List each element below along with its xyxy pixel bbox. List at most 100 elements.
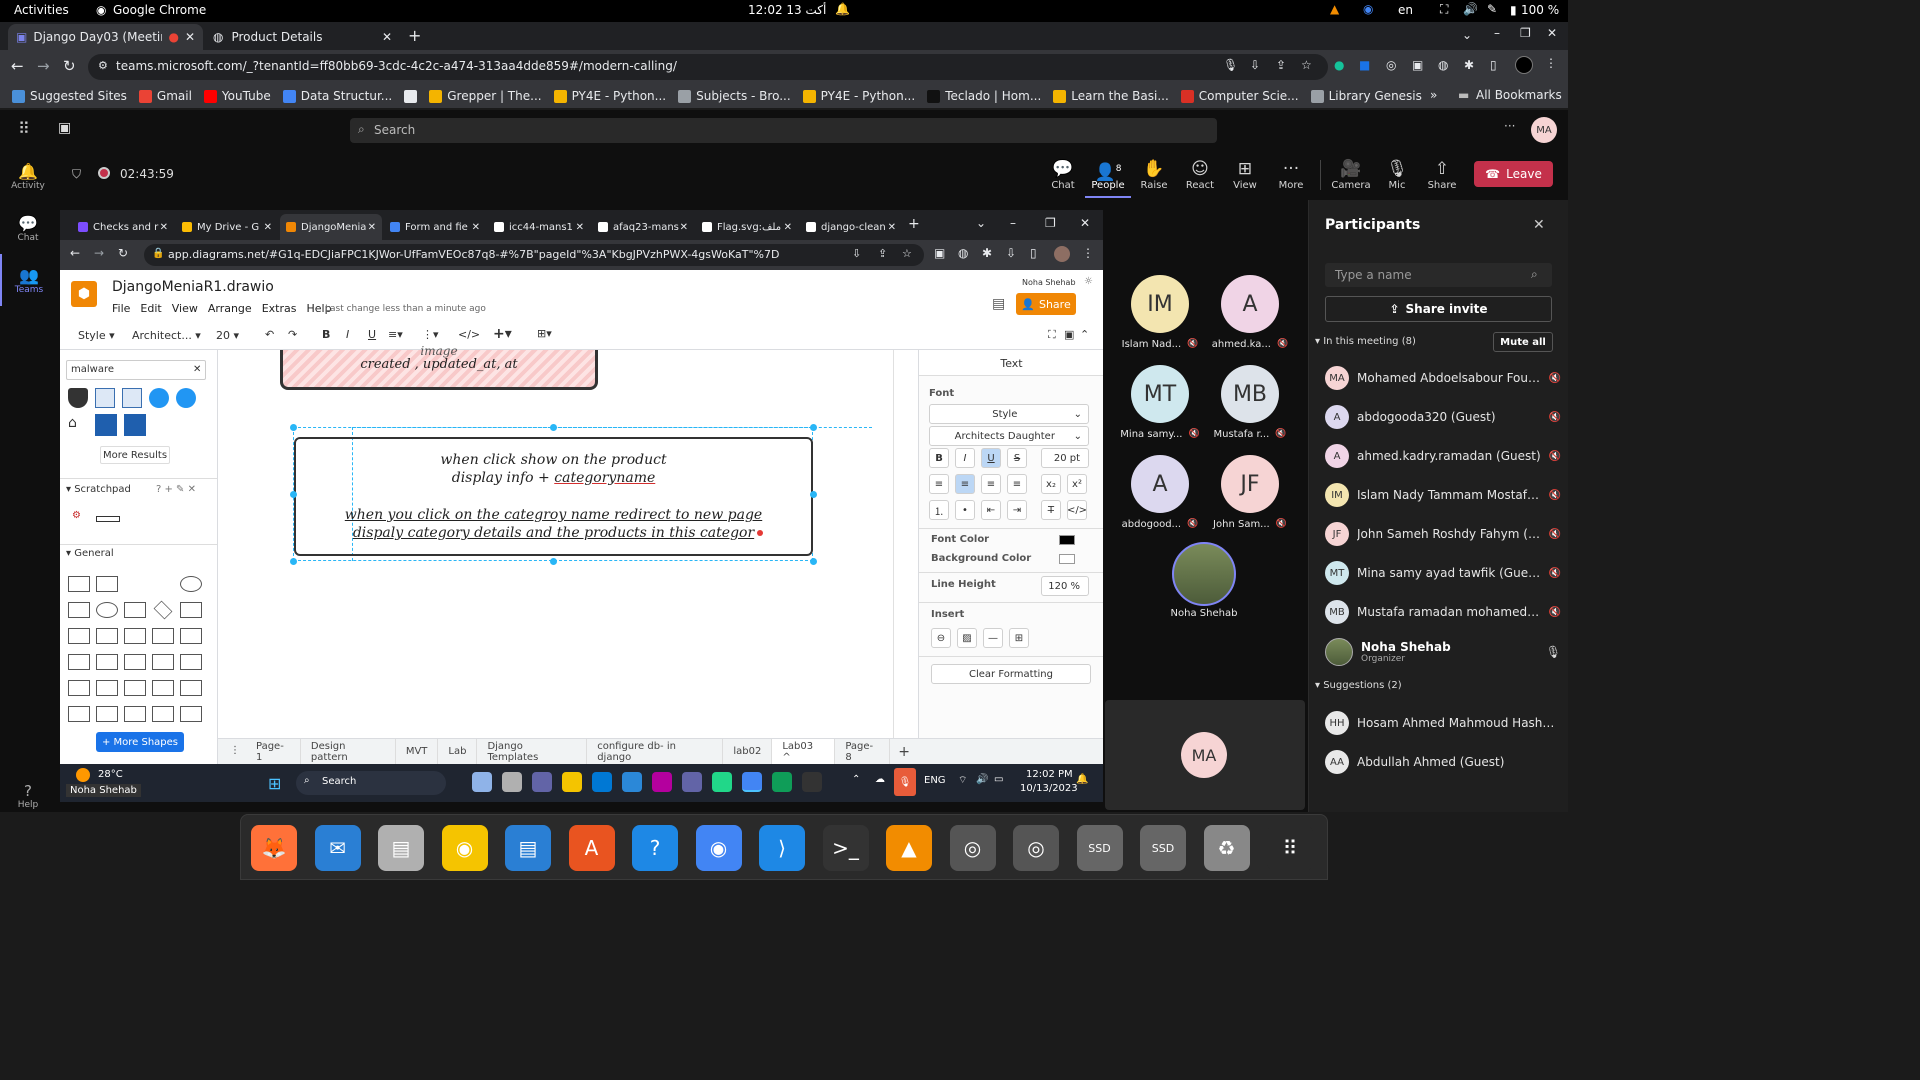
resize-handle[interactable] bbox=[810, 558, 817, 565]
tri-shape[interactable] bbox=[96, 628, 118, 644]
chevron-more-icon[interactable]: » bbox=[1430, 88, 1437, 102]
activities-button[interactable]: Activities bbox=[14, 3, 69, 17]
mic-active-icon[interactable]: 🎙 bbox=[894, 768, 916, 796]
active-app-label[interactable]: Google Chrome bbox=[113, 3, 206, 17]
wifi-icon[interactable]: ⌔ bbox=[958, 774, 967, 787]
share-icon[interactable]: ⇪ bbox=[878, 247, 887, 260]
insert-icon[interactable]: +▾ bbox=[493, 326, 512, 342]
underline-button[interactable]: U bbox=[981, 448, 1001, 468]
shared-tab[interactable]: Form and fie ✕ bbox=[384, 214, 486, 240]
pages-menu-icon[interactable]: ⋮ bbox=[230, 745, 240, 756]
taskbar-app-icon[interactable] bbox=[742, 772, 762, 792]
raise-button[interactable]: ✋ Raise bbox=[1131, 158, 1177, 191]
participant-row[interactable]: IM Islam Nady Tammam Mostafa (... 🔇 bbox=[1325, 477, 1561, 513]
bookmark-item[interactable]: Data Structur... bbox=[282, 89, 392, 103]
device-shape-icon[interactable]: ⌂ bbox=[68, 415, 88, 435]
menu-item[interactable]: Extras bbox=[262, 302, 297, 315]
grammarly-icon[interactable]: ● bbox=[1334, 58, 1344, 72]
cloud-shape-icon[interactable] bbox=[176, 388, 196, 408]
align-icon[interactable]: ≡▾ bbox=[388, 328, 403, 341]
tray-chevron-icon[interactable]: ⌃ bbox=[852, 774, 860, 785]
url-text[interactable]: teams.microsoft.com/_?tenantId=ff80bb69-… bbox=[116, 59, 677, 73]
bookmark-item[interactable]: Learn the Basi... bbox=[1053, 89, 1169, 103]
new-tab-button[interactable]: + bbox=[908, 216, 920, 232]
scratchpad-actions[interactable]: ? + ✎ ✕ bbox=[156, 484, 196, 495]
rect-shape[interactable] bbox=[124, 706, 146, 722]
chevron-down-icon[interactable]: ⌄ bbox=[976, 216, 986, 230]
rect-shape[interactable] bbox=[180, 654, 202, 670]
page-tab[interactable]: configure db- in django bbox=[587, 739, 724, 764]
shared-tab[interactable]: django-clean ✕ bbox=[800, 214, 902, 240]
indent-button[interactable]: ⇥ bbox=[1007, 500, 1027, 520]
participant-row[interactable]: MB Mustafa ramadan mohamed ba... 🔇 bbox=[1325, 594, 1561, 630]
battery-icon[interactable]: ▮ bbox=[1510, 3, 1517, 17]
participant-tile[interactable]: Aahmed.ka... 🔇 bbox=[1205, 275, 1295, 360]
scratch-shape-2[interactable] bbox=[96, 516, 120, 522]
font-family-select[interactable]: Architects Daughter ⌄ bbox=[929, 426, 1089, 446]
hex-shape[interactable] bbox=[68, 628, 90, 644]
share-icon[interactable]: ⇪ bbox=[1276, 58, 1286, 72]
weather-temp[interactable]: 28°C bbox=[98, 769, 123, 780]
text-shape[interactable] bbox=[124, 576, 146, 592]
rect-shape[interactable] bbox=[68, 576, 90, 592]
resize-handle[interactable] bbox=[550, 558, 557, 565]
style-dropdown[interactable]: Style ▾ bbox=[78, 329, 115, 342]
strike-button[interactable]: S bbox=[1007, 448, 1027, 468]
shield-shape-icon[interactable] bbox=[68, 388, 88, 408]
italic-icon[interactable]: I bbox=[346, 328, 349, 341]
font-size-input[interactable]: 20 pt bbox=[1041, 448, 1089, 468]
leave-button[interactable]: ☎ Leave bbox=[1474, 161, 1553, 187]
volume-icon[interactable]: 🔊 bbox=[1463, 2, 1478, 16]
rail-help[interactable]: ? Help bbox=[0, 770, 56, 822]
writer-icon[interactable]: ▤ bbox=[505, 825, 551, 871]
blue-square-shape-icon-2[interactable] bbox=[124, 414, 146, 436]
chrome-tab-product[interactable]: ◍ Product Details ✕ bbox=[205, 24, 400, 50]
lang-indicator[interactable]: ENG bbox=[924, 775, 946, 786]
taskbar-app-icon[interactable] bbox=[472, 772, 492, 792]
install-icon[interactable]: ⇩ bbox=[1250, 58, 1260, 72]
align-center-button[interactable]: ≡ bbox=[955, 474, 975, 494]
mic-button[interactable]: 🎙 Mic bbox=[1374, 158, 1420, 191]
callout-shape[interactable] bbox=[124, 680, 146, 696]
canvas-scrollbar[interactable] bbox=[893, 350, 894, 738]
resize-handle[interactable] bbox=[290, 424, 297, 431]
chrome-tab-teams[interactable]: ▣ Django Day03 (Meetin ● ✕ bbox=[8, 24, 203, 50]
view-button[interactable]: ⊞ View bbox=[1222, 158, 1268, 191]
taskbar-app-icon[interactable] bbox=[772, 772, 792, 792]
battery-icon[interactable]: ▭ bbox=[994, 774, 1003, 785]
resize-handle[interactable] bbox=[810, 424, 817, 431]
laptop-shape-icon[interactable] bbox=[122, 388, 142, 408]
more-results-button[interactable]: More Results bbox=[100, 446, 170, 464]
rect-shape[interactable] bbox=[124, 602, 146, 618]
close-icon[interactable]: ✕ bbox=[160, 222, 168, 233]
style-select[interactable]: Style ⌄ bbox=[929, 404, 1089, 424]
close-icon[interactable]: ✕ bbox=[888, 222, 896, 233]
diamond-shape[interactable] bbox=[153, 600, 173, 620]
menu-item[interactable]: Edit bbox=[140, 302, 161, 315]
bookmark-item[interactable] bbox=[404, 89, 418, 103]
suggestion-row[interactable]: HH Hosam Ahmed Mahmoud Hashem (... bbox=[1325, 705, 1561, 741]
undo-icon[interactable]: ↶ bbox=[265, 328, 274, 341]
selected-text-box[interactable]: when click show on the product display i… bbox=[294, 437, 813, 556]
rhythmbox-icon[interactable]: ◉ bbox=[441, 825, 488, 871]
resize-handle[interactable] bbox=[290, 491, 297, 498]
resize-handle[interactable] bbox=[550, 424, 557, 431]
page-tab[interactable]: Lab bbox=[438, 739, 478, 764]
card-shape[interactable] bbox=[96, 680, 118, 696]
para-shape[interactable] bbox=[180, 602, 202, 618]
superscript-button[interactable]: x² bbox=[1067, 474, 1087, 494]
participant-row[interactable]: JF John Sameh Roshdy Fahym (Gu... 🔇 bbox=[1325, 516, 1561, 552]
bold-button[interactable]: B bbox=[929, 448, 949, 468]
bookmark-item[interactable]: Computer Scie... bbox=[1180, 89, 1299, 103]
bookmark-item[interactable]: Teclado | Hom... bbox=[927, 89, 1041, 103]
chrome-tray-icon[interactable]: ◉ bbox=[1363, 2, 1373, 16]
suggestions-header[interactable]: ▾ Suggestions (2) bbox=[1315, 680, 1402, 691]
format-tab-text[interactable]: Text bbox=[919, 350, 1103, 376]
bold-icon[interactable]: B bbox=[322, 328, 330, 341]
chat-button[interactable]: 💬 Chat bbox=[1040, 158, 1086, 191]
participant-tile[interactable]: JF John Sam... 🔇 bbox=[1205, 455, 1295, 540]
rect-shape[interactable] bbox=[96, 706, 118, 722]
share-button[interactable]: 👤 Share bbox=[1016, 293, 1076, 315]
entity-box[interactable]: image created , updated_at, at bbox=[280, 344, 598, 390]
shared-tab[interactable]: afaq23-mans ✕ bbox=[592, 214, 694, 240]
